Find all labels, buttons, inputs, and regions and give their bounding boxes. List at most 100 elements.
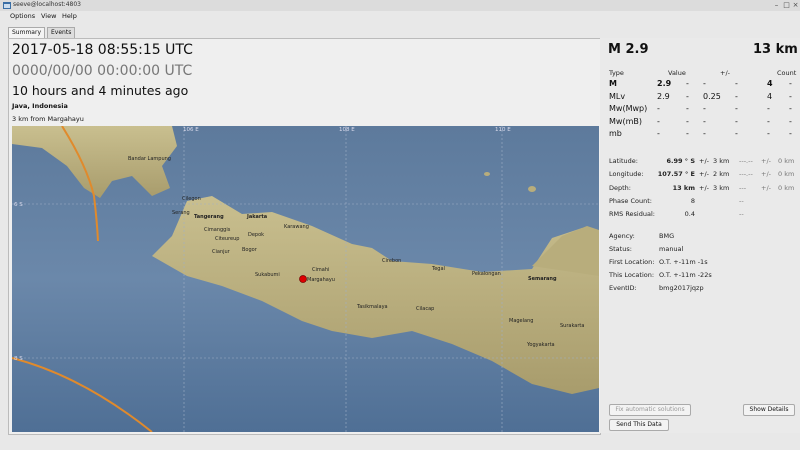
mag-dash: - (686, 116, 689, 126)
loc-label: Latitude: (609, 157, 638, 165)
mag-c2: - (789, 104, 792, 113)
loc-x1: -- (739, 196, 744, 205)
loc-label: Depth: (609, 183, 631, 192)
lat-label: 6 S (14, 202, 23, 208)
mag-pm: - (703, 79, 706, 88)
city-label: Depok (248, 232, 265, 238)
loc-err: 3 km (713, 157, 730, 165)
island (484, 172, 490, 176)
fix-automatic-button[interactable]: Fix automatic solutions (609, 404, 691, 416)
mag-c2: - (789, 79, 792, 88)
loc-label: Phase Count: (609, 196, 652, 205)
close-icon[interactable]: × (791, 1, 800, 10)
show-details-button[interactable]: Show Details (743, 404, 795, 416)
mag-type: MLv (609, 91, 626, 101)
info-label: This Location: (609, 271, 655, 279)
loc-err: 2 km (713, 170, 730, 179)
mag-value: 2.9 (657, 91, 670, 101)
loc-x3: 0 km (778, 157, 795, 165)
mag-c1: - (735, 116, 738, 126)
info-label: Status: (609, 245, 632, 253)
loc-value: 6.99 ° S (666, 157, 696, 165)
event-map[interactable]: 106 E 108 E 110 E 6 S 8 S Bandar Lampung… (12, 126, 599, 432)
map-canvas (12, 126, 599, 432)
col-value: Value (668, 69, 686, 77)
origin-time: 2017-05-18 08:55:15 UTC (12, 42, 193, 58)
maximize-icon[interactable]: □ (782, 1, 791, 10)
loc-x2: +/- (761, 170, 771, 179)
menu-help[interactable]: Help (62, 12, 77, 20)
city-label: Yogyakarta (527, 342, 555, 348)
city-label: Cianjur (212, 249, 230, 255)
loc-value: 8 (690, 196, 695, 205)
city-label: Tasikmalaya (357, 304, 388, 310)
mag-count: 4 (767, 91, 773, 101)
loc-x1: ---.-- (739, 157, 753, 165)
loc-label: RMS Residual: (609, 210, 655, 219)
mag-pm: - (703, 116, 706, 126)
mag-pm: 0.25 (703, 91, 721, 101)
city-label: Sukabumi (255, 272, 280, 278)
col-count: Count (777, 69, 797, 77)
city-label: Jakarta (247, 214, 268, 220)
loc-x3: 0 km (778, 183, 795, 192)
loc-pm: +/- (699, 170, 709, 179)
loc-pm: +/- (699, 157, 709, 165)
send-data-button[interactable]: Send This Data (609, 419, 669, 431)
nearest-city: 3 km from Margahayu (12, 115, 84, 123)
mag-c2: - (789, 116, 792, 126)
mag-count: - (767, 104, 770, 113)
mag-count: - (767, 129, 770, 138)
city-label: Surakarta (560, 323, 585, 329)
mag-value: 2.9 (657, 79, 672, 88)
city-label: Semarang (528, 276, 557, 282)
info-label: Agency: (609, 232, 635, 240)
city-label: Cirebon (382, 258, 402, 264)
info-value: O.T. +-11m -1s (659, 258, 708, 266)
info-label: EventID: (609, 284, 637, 292)
city-label: Cimahi (312, 267, 330, 273)
city-label: Citeureup (215, 236, 240, 242)
mag-c1: - (735, 129, 738, 138)
menu-bar: Options View Help (0, 11, 800, 22)
loc-err: 3 km (713, 183, 730, 192)
epicenter-marker (299, 275, 307, 283)
mag-pm: - (703, 129, 706, 138)
lat-label: 8 S (14, 356, 23, 362)
mag-value: - (657, 129, 660, 138)
mag-value: - (657, 104, 660, 113)
loc-value: 107.57 ° E (657, 170, 695, 179)
info-value: manual (659, 245, 684, 253)
mag-dash: - (686, 104, 689, 113)
loc-x3: 0 km (778, 170, 795, 179)
mag-c1: - (735, 104, 738, 113)
loc-value: 13 km (672, 183, 695, 192)
mag-c1: - (735, 91, 738, 101)
info-label: First Location: (609, 258, 655, 266)
menu-view[interactable]: View (41, 12, 56, 20)
menu-options[interactable]: Options (10, 12, 35, 20)
depth-head: 13 km (753, 42, 798, 57)
col-type: Type (609, 69, 624, 77)
info-value: O.T. +-11m -22s (659, 271, 712, 279)
city-label: Bandar Lampung (128, 156, 171, 162)
mag-dash: - (686, 79, 689, 88)
city-label: Karawang (284, 224, 309, 230)
mag-count: 4 (767, 79, 773, 88)
loc-x2: +/- (761, 183, 771, 192)
app-icon (3, 2, 11, 9)
tab-events[interactable]: Events (47, 27, 76, 38)
city-label: Pekalongan (472, 271, 501, 277)
loc-value: 0.4 (684, 210, 695, 219)
loc-pm: +/- (699, 183, 709, 192)
lon-label: 110 E (495, 127, 511, 133)
info-value: BMG (659, 232, 675, 240)
mag-c2: - (789, 91, 792, 101)
loc-x1: ---.-- (739, 170, 753, 179)
loc-x1: -- (739, 210, 744, 219)
col-pm: +/- (720, 69, 730, 77)
mag-type: Mw(Mwp) (609, 104, 648, 113)
mag-c1: - (735, 79, 738, 88)
island (528, 186, 536, 192)
minimize-icon[interactable]: – (772, 1, 781, 10)
